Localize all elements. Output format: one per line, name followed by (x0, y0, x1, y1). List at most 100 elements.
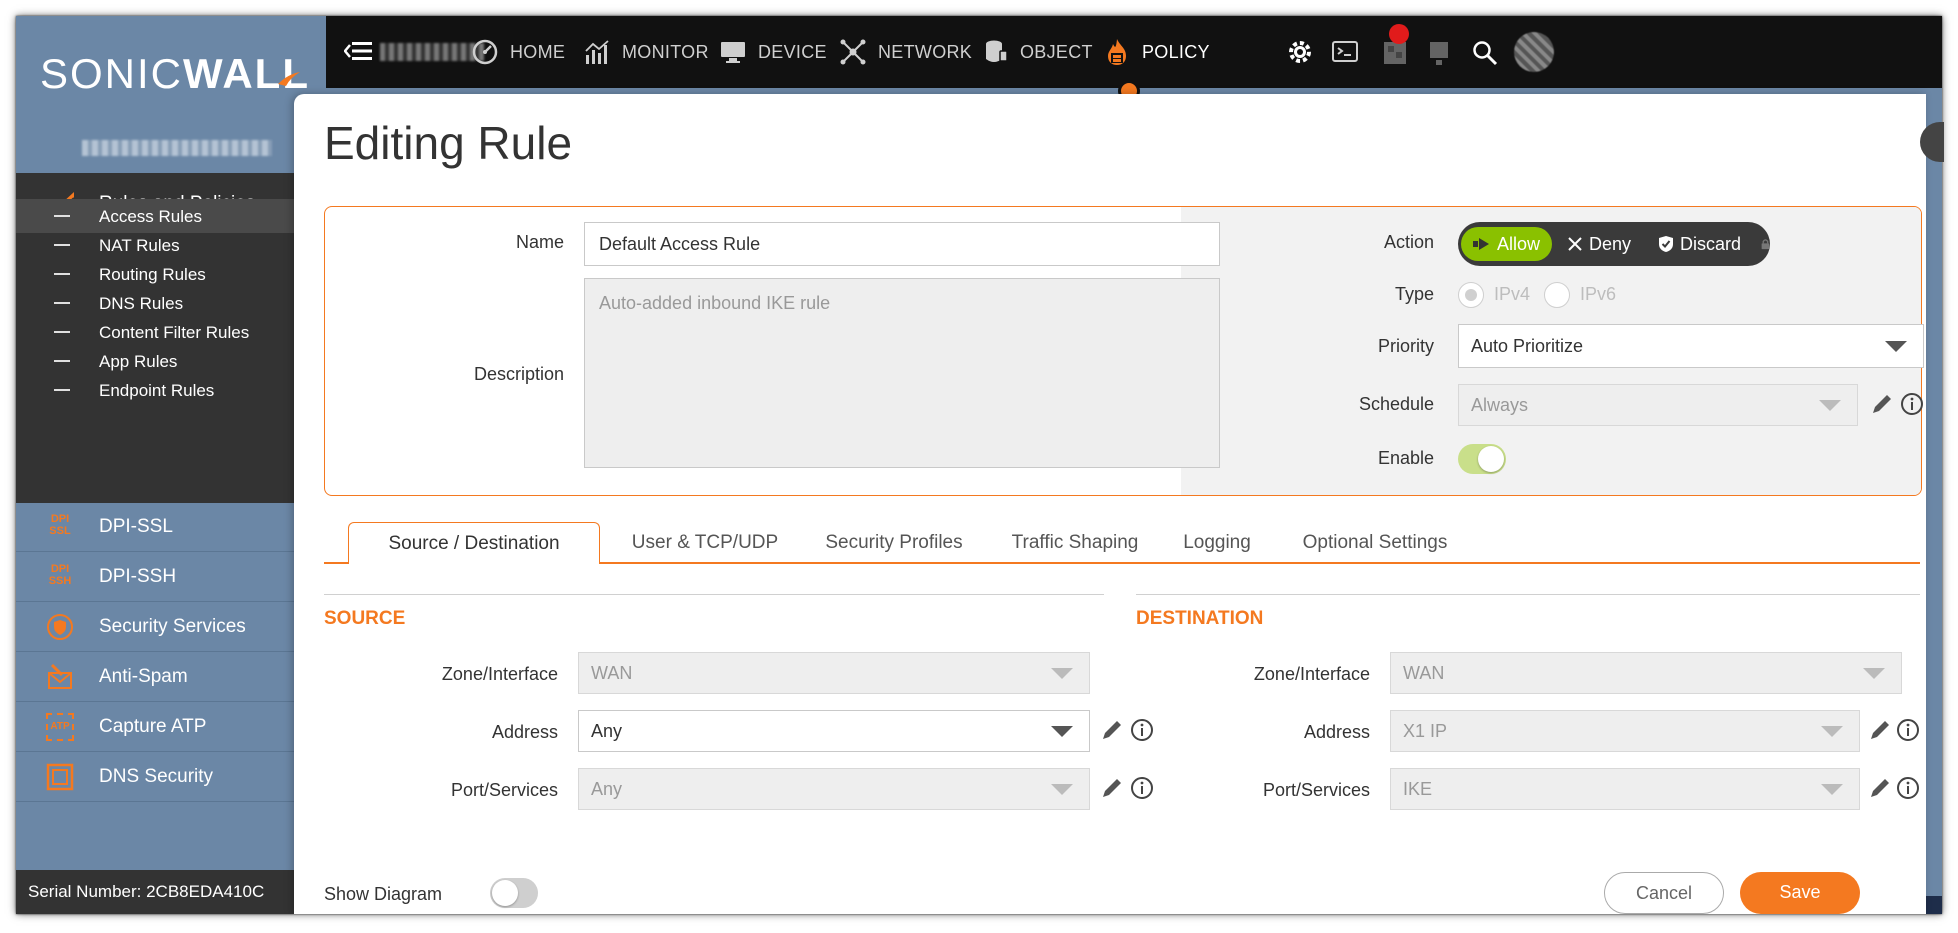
tab-user-tcp-udp[interactable]: User & TCP/UDP (620, 522, 790, 564)
dash-icon (54, 389, 70, 391)
envelope-icon (48, 663, 72, 689)
sidebar-item-label: NAT Rules (99, 236, 180, 255)
discard-button[interactable]: Discard (1646, 227, 1753, 261)
source-port-select[interactable]: Any (578, 768, 1090, 810)
device-name-redacted (380, 43, 484, 61)
source-zone-select[interactable]: WAN (578, 652, 1090, 694)
tab-security-profiles[interactable]: Security Profiles (814, 522, 974, 564)
name-input[interactable]: Default Access Rule (584, 222, 1220, 266)
edit-destination-port-icon[interactable] (1868, 776, 1892, 800)
ipv6-label: IPv6 (1580, 284, 1617, 304)
edit-schedule-icon[interactable] (1870, 392, 1894, 416)
user-avatar[interactable] (1514, 32, 1554, 72)
modal-clip: Editing Rule Name Default Access Rule De… (0, 0, 1958, 914)
description-textarea[interactable]: Auto-added inbound IKE rule (584, 278, 1220, 468)
dash-icon (54, 360, 70, 362)
edit-destination-address-icon[interactable] (1868, 718, 1892, 742)
tab-traffic-shaping[interactable]: Traffic Shaping (1000, 522, 1150, 564)
source-port-label: Port/Services (450, 780, 558, 800)
ipv4-radio[interactable] (1458, 282, 1484, 308)
destination-address-info-icon[interactable] (1896, 718, 1920, 742)
destination-address-value: X1 IP (1403, 721, 1448, 741)
shield-icon (47, 614, 73, 640)
destination-address-label: Address (1303, 722, 1370, 742)
priority-select[interactable]: Auto Prioritize (1458, 324, 1924, 368)
sidebar-item-label: Routing Rules (99, 265, 206, 284)
notification-badge (1389, 24, 1409, 44)
search-icon[interactable] (1472, 40, 1498, 66)
chevron-down-icon (1821, 726, 1843, 737)
dash-icon (54, 302, 70, 304)
source-address-select[interactable]: Any (578, 710, 1090, 752)
schedule-label: Schedule (1358, 394, 1434, 414)
chevron-down-icon (1819, 400, 1841, 411)
destination-port-value: IKE (1403, 779, 1433, 799)
nav-label: DEVICE (758, 41, 827, 62)
save-button[interactable]: Save (1740, 872, 1860, 914)
terminal-icon[interactable] (1332, 40, 1358, 64)
schedule-info-icon[interactable] (1900, 392, 1924, 416)
destination-zone-select[interactable]: WAN (1390, 652, 1902, 694)
enable-label: Enable (1377, 448, 1434, 468)
sidebar-section-dpi-ssl[interactable]: DPI SSL DPI-SSL (16, 503, 326, 552)
discard-label: Discard (1680, 233, 1742, 254)
destination-zone-value: WAN (1403, 663, 1445, 683)
allow-label: Allow (1497, 233, 1541, 254)
lock-icon (1761, 239, 1770, 250)
sidebar-item-endpoint-rules[interactable]: Endpoint Rules (16, 373, 326, 407)
atp-icon: ATP (46, 713, 74, 741)
cancel-button[interactable]: Cancel (1604, 872, 1724, 914)
chevron-down-icon (1885, 341, 1907, 352)
help-icon[interactable] (1428, 40, 1450, 66)
sidebar-section-security-services[interactable]: Security Services (16, 602, 326, 652)
deny-button[interactable]: Deny (1555, 227, 1643, 261)
schedule-select[interactable]: Always (1458, 384, 1858, 426)
destination-port-info-icon[interactable] (1896, 776, 1920, 800)
name-label: Name (515, 232, 564, 252)
source-divider (324, 594, 1104, 595)
gear-icon[interactable] (1286, 38, 1314, 66)
nav-object[interactable]: OBJECT (984, 16, 1093, 88)
nav-policy[interactable]: POLICY (1104, 16, 1210, 102)
sidebar-section-label: Anti-Spam (99, 666, 188, 687)
source-zone-value: WAN (591, 663, 633, 683)
allow-button[interactable]: Allow (1461, 227, 1553, 261)
action-label: Action (1383, 232, 1434, 252)
cylinder-icon (986, 40, 1008, 62)
notifications-icon[interactable] (1382, 40, 1408, 66)
ipv6-radio[interactable] (1544, 282, 1570, 308)
show-diagram-label: Show Diagram (324, 884, 443, 904)
dash-icon (54, 215, 70, 217)
destination-title: DESTINATION (1136, 608, 1264, 629)
nav-device[interactable]: DEVICE (720, 16, 827, 88)
edit-source-address-icon[interactable] (1100, 718, 1124, 742)
type-label: Type (1394, 284, 1434, 304)
tab-logging[interactable]: Logging (1172, 522, 1262, 564)
menu-collapse-icon[interactable] (344, 40, 372, 62)
tab-optional-settings[interactable]: Optional Settings (1290, 522, 1460, 564)
square-icon (46, 763, 74, 791)
nav-monitor[interactable]: MONITOR (584, 16, 709, 88)
destination-port-select[interactable]: IKE (1390, 768, 1860, 810)
dpi-ssl-icon: DPI SSL (49, 513, 71, 537)
dash-icon (54, 273, 70, 275)
sidebar-item-label: Access Rules (99, 207, 202, 226)
sidebar-section-capture-atp[interactable]: ATP Capture ATP (16, 702, 326, 752)
nav-home[interactable]: HOME (472, 16, 565, 88)
show-diagram-toggle[interactable] (490, 878, 538, 908)
enable-toggle[interactable] (1458, 444, 1506, 474)
tab-source-destination[interactable]: Source / Destination (348, 522, 600, 564)
sidebar-section-dpi-ssh[interactable]: DPI SSH DPI-SSH (16, 552, 326, 602)
nav-label: POLICY (1142, 41, 1210, 62)
sidebar-section-label: DPI-SSL (99, 516, 173, 537)
sidebar-section-dns-security[interactable]: DNS Security (16, 752, 326, 802)
ipv4-label: IPv4 (1494, 284, 1531, 304)
nav-label: HOME (510, 41, 566, 62)
sidebar-section-label: Capture ATP (99, 716, 207, 737)
shield-check-icon (1659, 236, 1674, 252)
edit-source-port-icon[interactable] (1100, 776, 1124, 800)
nav-network[interactable]: NETWORK (840, 16, 972, 88)
destination-address-select[interactable]: X1 IP (1390, 710, 1860, 752)
sidebar-section-anti-spam[interactable]: Anti-Spam (16, 652, 326, 702)
sidebar-section-label: Security Services (99, 616, 246, 637)
